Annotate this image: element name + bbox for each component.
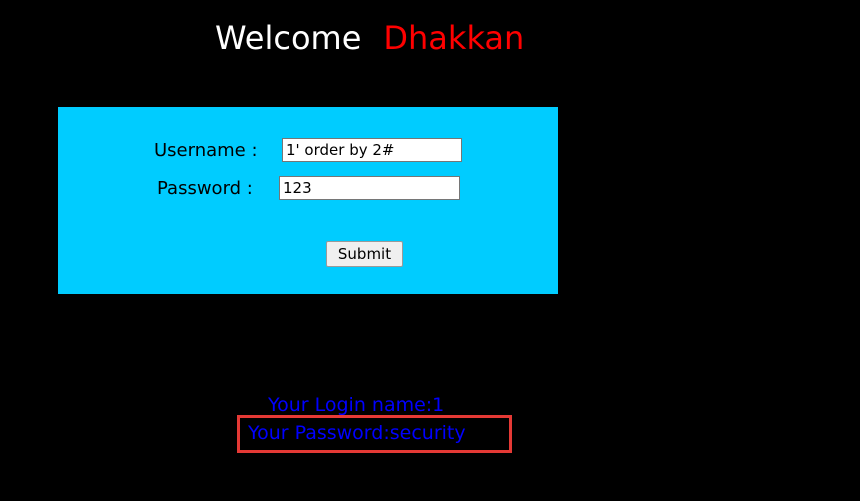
login-form: Username : Password : Submit bbox=[58, 107, 558, 294]
submit-button[interactable]: Submit bbox=[326, 241, 403, 267]
username-input[interactable] bbox=[282, 138, 462, 162]
welcome-text: Welcome bbox=[215, 19, 362, 57]
welcome-heading: Welcome Dhakkan bbox=[215, 18, 524, 58]
login-name-result: Your Login name:1 bbox=[268, 394, 445, 416]
username-label: Username : bbox=[154, 140, 258, 161]
password-input[interactable] bbox=[279, 176, 460, 200]
page: Welcome Dhakkan Username : Password : Sub… bbox=[0, 0, 860, 501]
password-label: Password : bbox=[157, 178, 253, 199]
user-name-text: Dhakkan bbox=[383, 19, 525, 57]
password-highlight-box bbox=[237, 415, 512, 453]
